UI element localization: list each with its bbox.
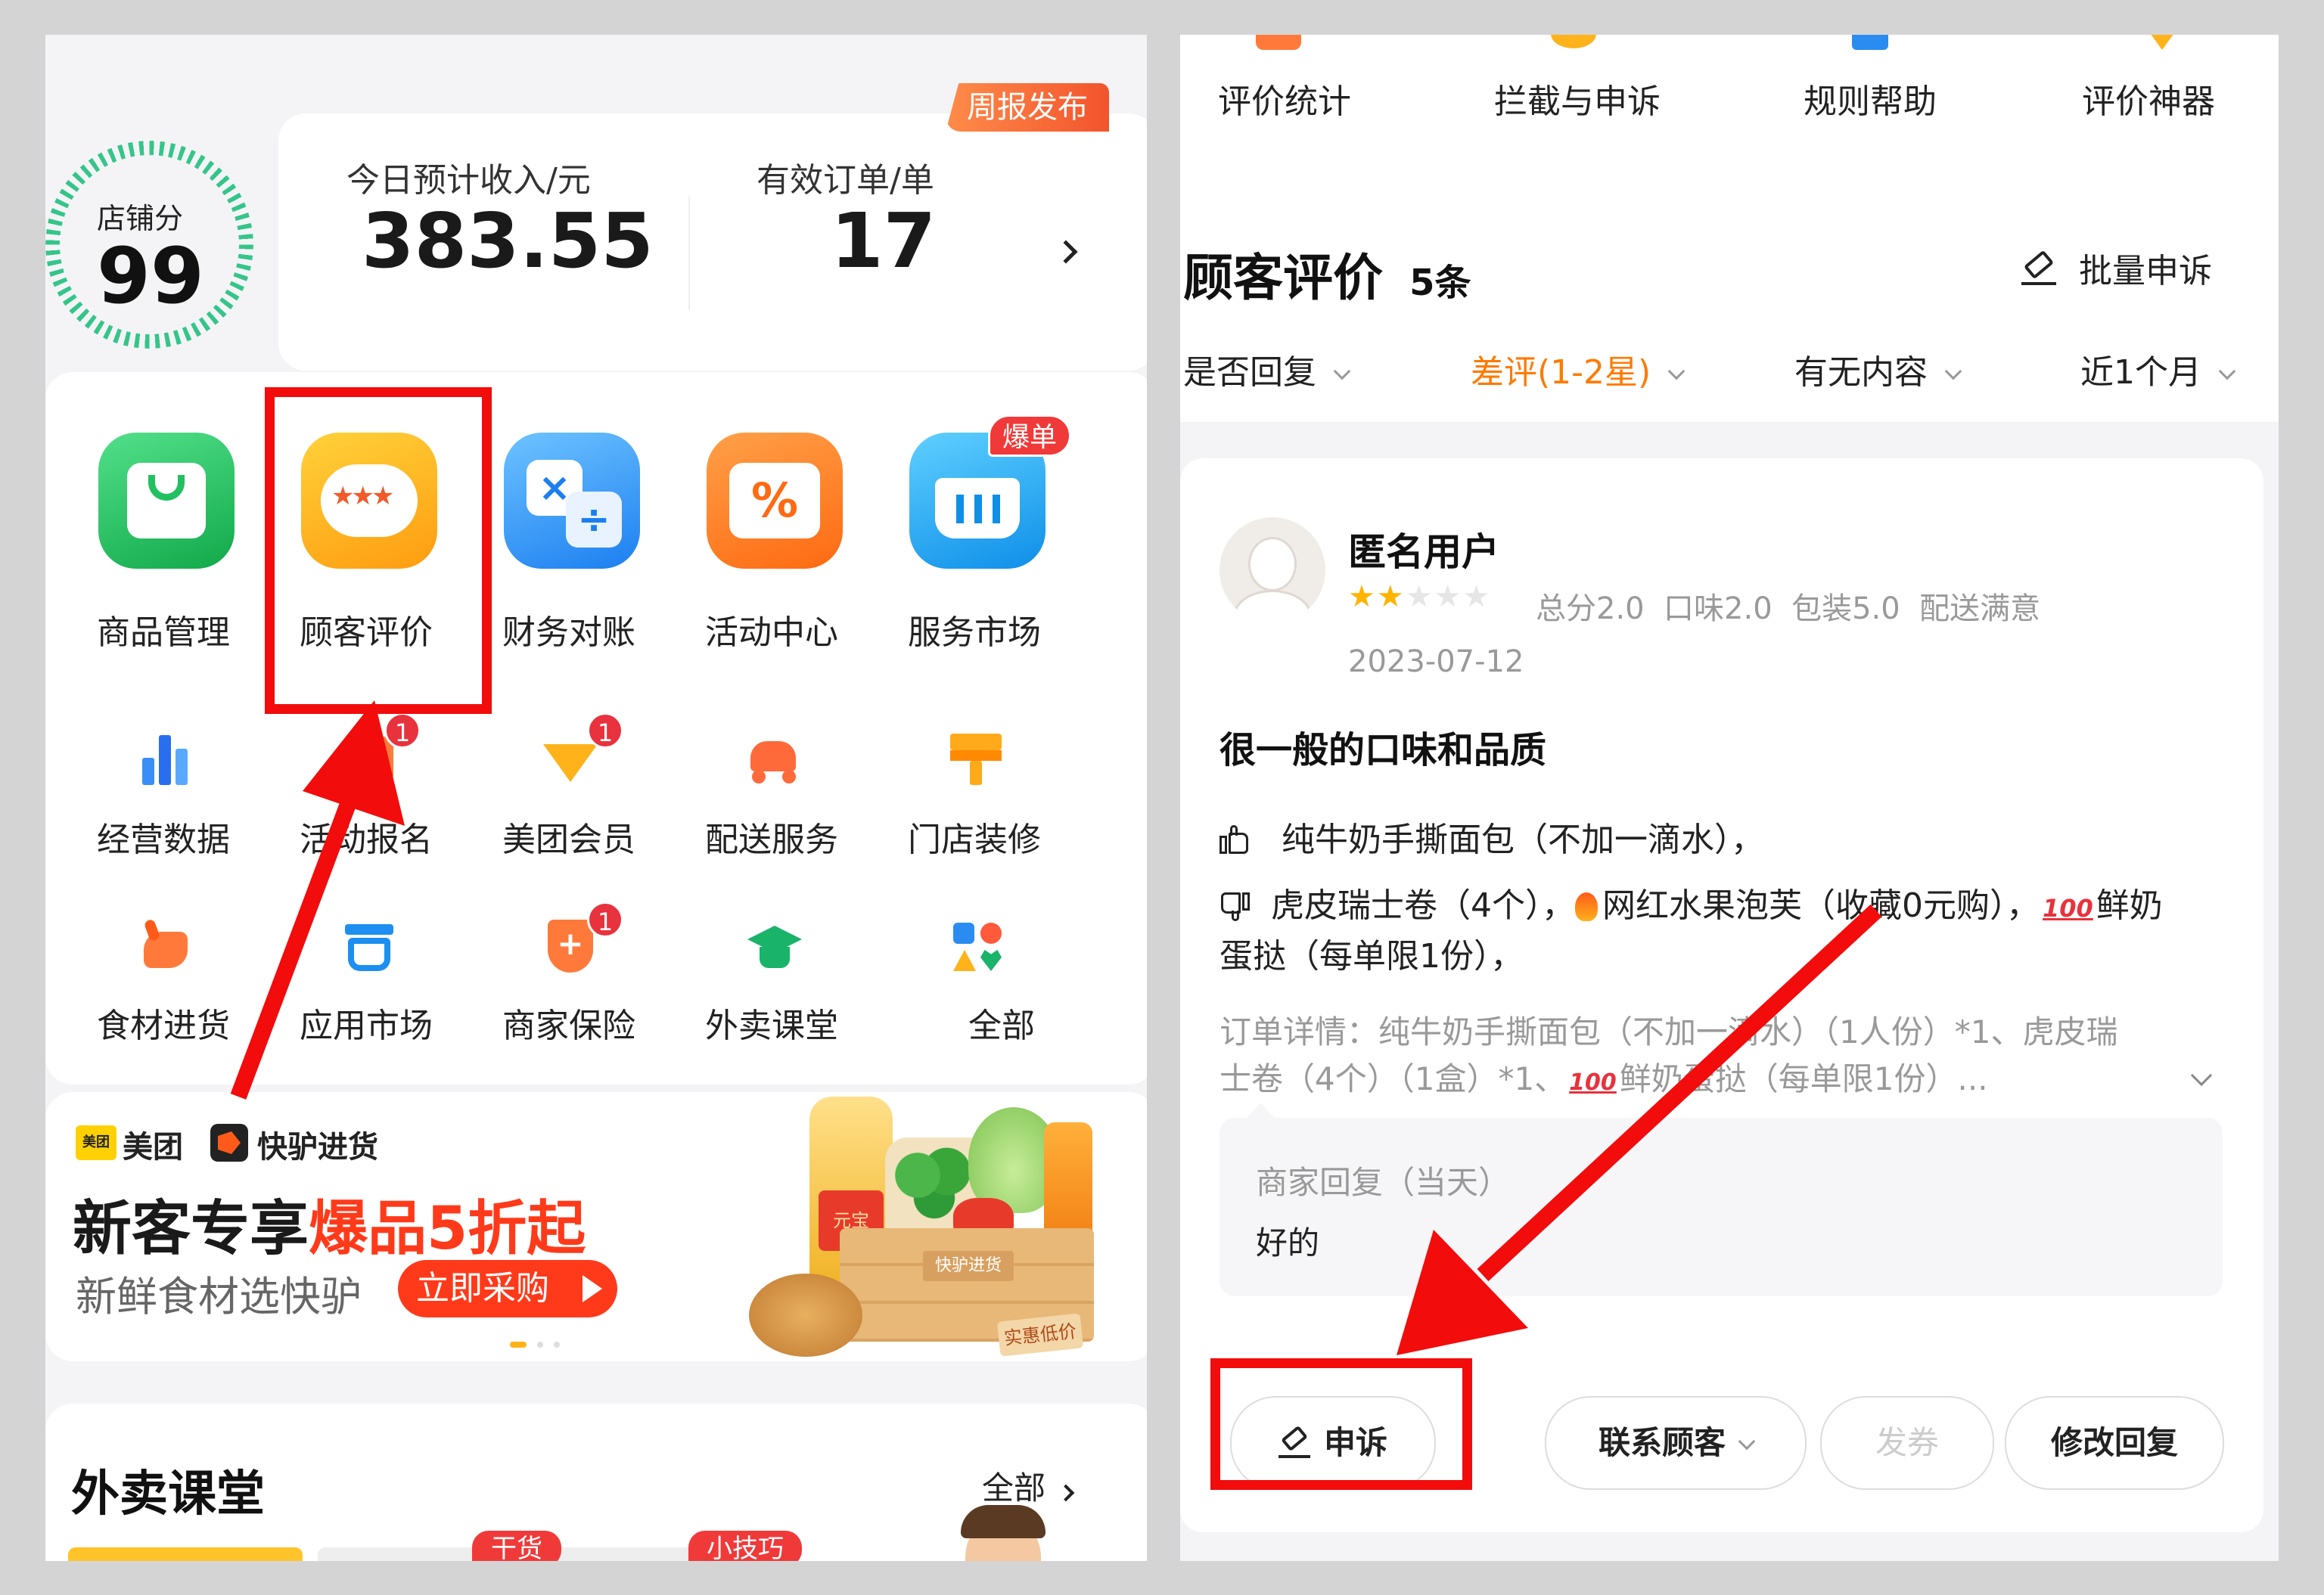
left-screenshot: 店铺分 99 今日预计收入/元 383.55 有效订单/单 17 周报发布 商品… [45, 35, 1147, 1561]
right-screenshot: 评价统计 拦截与申诉 规则帮助 评价神器 顾客评价 5条 批量申诉 是否回复 差… [1180, 35, 2279, 1561]
annotation-arrow-down [1397, 904, 1882, 1355]
annotation-arrow-up [230, 700, 405, 1100]
